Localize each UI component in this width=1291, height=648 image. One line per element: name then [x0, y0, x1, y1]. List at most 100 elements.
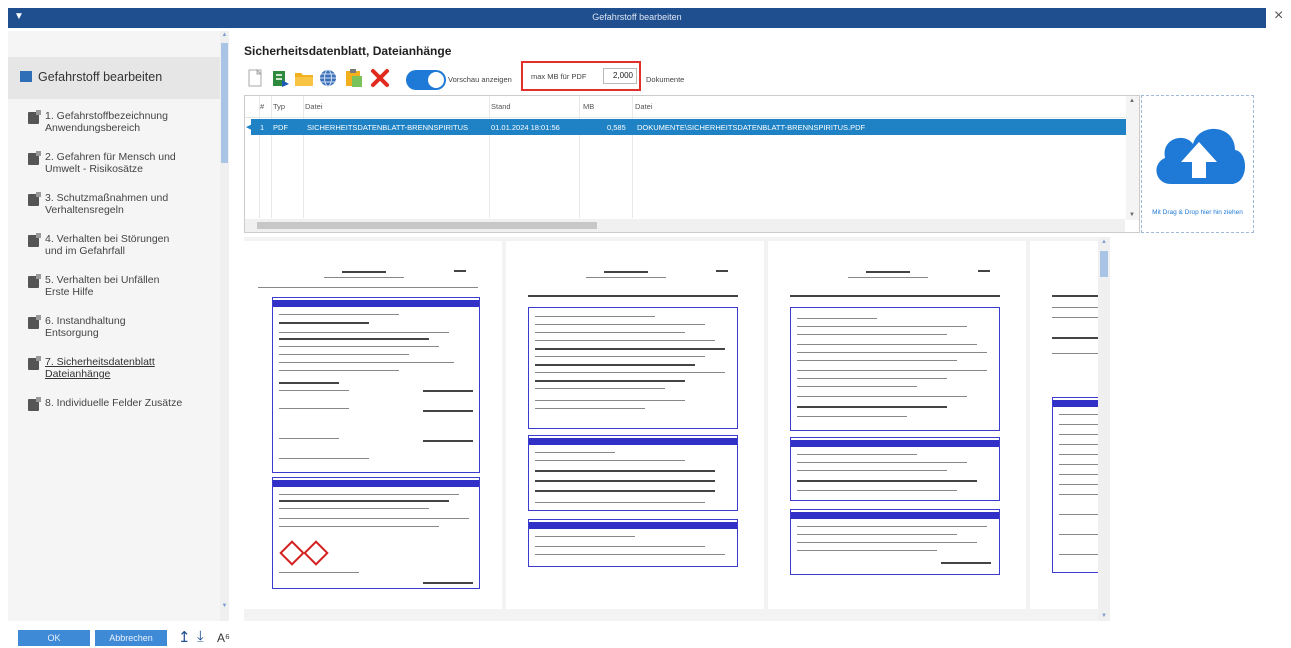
close-icon[interactable]: ×	[1274, 7, 1283, 25]
table-hscrollbar[interactable]	[245, 219, 1125, 232]
folder-open-icon[interactable]	[294, 68, 314, 88]
sidebar-item-gefahrstoffbezeichnung[interactable]: 1. Gefahrstoffbezeichnung Anwendungsbere…	[8, 106, 222, 146]
sidebar-item-instandhaltung[interactable]: 6. Instandhaltung Entsorgung	[8, 311, 222, 351]
preview-toggle-label: Vorschau anzeigen	[448, 75, 512, 84]
text-line	[1059, 514, 1099, 515]
text-line	[535, 490, 715, 492]
text-line	[279, 370, 399, 371]
delete-icon[interactable]	[370, 68, 390, 88]
scroll-down-icon[interactable]: ▼	[221, 603, 228, 611]
col-datei-pfad[interactable]: Datei	[635, 102, 653, 111]
web-link-icon[interactable]	[318, 68, 338, 88]
document-block	[272, 477, 480, 589]
paste-icon[interactable]	[344, 68, 364, 88]
text-line	[797, 470, 947, 471]
col-typ[interactable]: Typ	[273, 102, 285, 111]
text-line	[790, 295, 1000, 297]
table-row[interactable]: 1 PDF SICHERHEITSDATENBLATT-BRENNSPIRITU…	[251, 119, 1127, 135]
text-line	[1059, 494, 1099, 495]
scroll-up-icon[interactable]: ▲	[221, 32, 228, 40]
sidebar-item-label: 7. Sicherheitsdatenblatt Dateianhänge	[45, 356, 155, 380]
text-line	[423, 390, 473, 392]
section-band	[791, 440, 999, 447]
upload-icon[interactable]: ↥	[178, 628, 191, 646]
text-line	[342, 271, 386, 273]
document-icon	[28, 192, 41, 206]
col-nr[interactable]: #	[260, 102, 264, 111]
text-line	[797, 534, 957, 535]
text-line	[797, 550, 937, 551]
text-line	[941, 562, 991, 564]
grid-line	[579, 96, 580, 218]
scrollbar-thumb[interactable]	[221, 43, 228, 163]
text-line	[586, 277, 666, 278]
text-line	[535, 364, 695, 366]
spellcheck-icon[interactable]: A⁶	[217, 631, 230, 645]
ok-button[interactable]: OK	[18, 630, 90, 646]
text-line	[797, 396, 967, 397]
table-vscrollbar[interactable]: ▲ ▼	[1126, 96, 1139, 220]
sidebar-item-label: 1. Gefahrstoffbezeichnung Anwendungsbere…	[45, 110, 168, 134]
scrollbar-thumb[interactable]	[1100, 251, 1108, 277]
text-line	[797, 542, 977, 543]
document-icon	[28, 151, 41, 165]
pdf-page	[1030, 241, 1104, 609]
sidebar-item-label: 6. Instandhaltung Entsorgung	[45, 315, 126, 339]
sidebar-item-unfaelle[interactable]: 5. Verhalten bei Unfällen Erste Hilfe	[8, 270, 222, 310]
document-icon	[28, 274, 41, 288]
text-line	[797, 318, 877, 319]
grid-line	[303, 96, 304, 218]
text-line	[797, 416, 907, 417]
sidebar-item-individuelle-felder[interactable]: 8. Individuelle Felder Zusätze	[8, 393, 222, 433]
sidebar-item-gefahren[interactable]: 2. Gefahren für Mensch und Umwelt - Risi…	[8, 147, 222, 187]
max-mb-input[interactable]: 2,000	[603, 68, 637, 84]
excel-export-icon[interactable]	[270, 68, 290, 88]
text-line	[279, 332, 449, 333]
new-document-icon[interactable]	[246, 68, 266, 88]
text-line	[1052, 307, 1102, 308]
upload-dropzone[interactable]: Mit Drag & Drop hier hin ziehen	[1141, 95, 1254, 233]
text-line	[1059, 454, 1099, 455]
scroll-down-icon[interactable]: ▼	[1129, 212, 1135, 218]
cell-datei-pfad: DOKUMENTE\SICHERHEITSDATENBLATT-BRENNSPI…	[637, 123, 866, 132]
text-line	[604, 271, 648, 273]
pdf-preview[interactable]	[244, 237, 1110, 621]
col-datei[interactable]: Datei	[305, 102, 323, 111]
col-stand[interactable]: Stand	[491, 102, 511, 111]
text-line	[1059, 414, 1099, 415]
document-block	[528, 435, 738, 511]
section-band	[529, 438, 737, 445]
download-icon[interactable]: ⤓	[197, 628, 204, 645]
sidebar-header[interactable]: Gefahrstoff bearbeiten	[8, 57, 222, 99]
pdf-page	[244, 241, 502, 609]
scroll-up-icon[interactable]: ▲	[1129, 98, 1135, 104]
cancel-button[interactable]: Abbrechen	[95, 630, 167, 646]
text-line	[535, 452, 615, 453]
sidebar-item-sicherheitsdatenblatt[interactable]: 7. Sicherheitsdatenblatt Dateianhänge	[8, 352, 222, 392]
scroll-down-icon[interactable]: ▼	[1101, 613, 1107, 619]
text-line	[866, 271, 910, 273]
document-icon	[28, 315, 41, 329]
scroll-up-icon[interactable]: ▲	[1101, 239, 1107, 245]
sidebar-item-label: 5. Verhalten bei Unfällen Erste Hilfe	[45, 274, 160, 298]
text-line	[848, 277, 928, 278]
section-band	[273, 480, 479, 487]
preview-scrollbar[interactable]: ▲ ▼	[1098, 237, 1110, 621]
text-line	[423, 440, 473, 442]
scrollbar-thumb[interactable]	[257, 222, 597, 229]
preview-toggle[interactable]	[406, 70, 446, 90]
sidebar-scrollbar[interactable]: ▲ ▼	[220, 31, 229, 621]
text-line	[279, 508, 429, 509]
text-line	[1059, 484, 1099, 485]
text-line	[279, 408, 349, 409]
sidebar-item-schutzmassnahmen[interactable]: 3. Schutzmaßnahmen und Verhaltensregeln	[8, 188, 222, 228]
documents-label: Dokumente	[646, 75, 685, 84]
text-line	[535, 356, 705, 357]
section-band	[529, 522, 737, 529]
document-block	[528, 307, 738, 429]
col-mb[interactable]: MB	[583, 102, 594, 111]
text-line	[258, 287, 478, 288]
hazard-pictogram-icon	[303, 540, 329, 566]
sidebar-item-stoerungen[interactable]: 4. Verhalten bei Störungen und im Gefahr…	[8, 229, 222, 269]
attachments-table: # Typ Datei Stand MB Datei ◀ 1 PDF SICHE…	[244, 95, 1140, 233]
